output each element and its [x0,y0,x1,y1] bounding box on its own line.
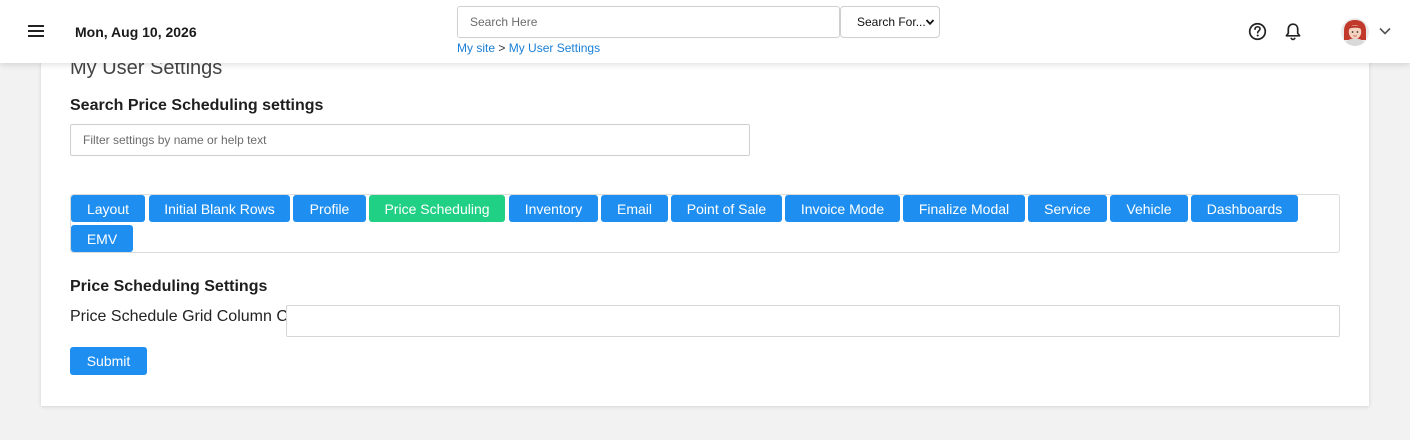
search-input[interactable] [457,6,840,38]
tab-emv[interactable]: EMV [71,225,133,252]
top-bar: Mon, Aug 10, 2026 Search For... My site … [0,0,1410,63]
filter-settings-input[interactable] [70,124,750,156]
setting-label-grid-column: Price Schedule Grid Column C [70,308,286,325]
breadcrumb-current-link[interactable]: My User Settings [509,41,600,55]
tab-point-of-sale[interactable]: Point of Sale [671,195,782,222]
chevron-down-icon[interactable] [1379,27,1391,35]
tab-dashboards[interactable]: Dashboards [1191,195,1298,222]
breadcrumb-separator: > [498,41,506,55]
question-circle-icon[interactable] [1248,22,1267,41]
current-date: Mon, Aug 10, 2026 [75,24,197,40]
tab-service[interactable]: Service [1028,195,1107,222]
tab-vehicle[interactable]: Vehicle [1110,195,1188,222]
chevron-down-icon [925,19,935,26]
breadcrumb-home-link[interactable]: My site [457,41,495,55]
bell-icon[interactable] [1284,22,1302,41]
price-scheduling-settings-heading: Price Scheduling Settings [70,278,268,295]
settings-card: My User Settings Search Price Scheduling… [41,40,1369,406]
tab-email[interactable]: Email [601,195,668,222]
tab-finalize-modal[interactable]: Finalize Modal [903,195,1025,222]
avatar[interactable] [1341,18,1369,46]
settings-tabs: Layout Initial Blank Rows Profile Price … [70,194,1340,253]
tab-layout[interactable]: Layout [71,195,145,222]
search-for-select[interactable]: Search For... [840,6,940,38]
user-avatar-image [1341,18,1369,46]
tab-initial-blank-rows[interactable]: Initial Blank Rows [149,195,290,222]
setting-input-grid-column[interactable] [286,305,1340,337]
tab-price-scheduling[interactable]: Price Scheduling [369,195,505,222]
tab-invoice-mode[interactable]: Invoice Mode [785,195,900,222]
search-for-selected: Search For... [857,15,926,29]
breadcrumb: My site > My User Settings [457,41,600,55]
tab-inventory[interactable]: Inventory [509,195,598,222]
hamburger-menu-icon[interactable] [26,22,46,40]
submit-button[interactable]: Submit [70,347,147,375]
search-settings-heading: Search Price Scheduling settings [70,97,324,114]
tab-profile[interactable]: Profile [293,195,366,222]
